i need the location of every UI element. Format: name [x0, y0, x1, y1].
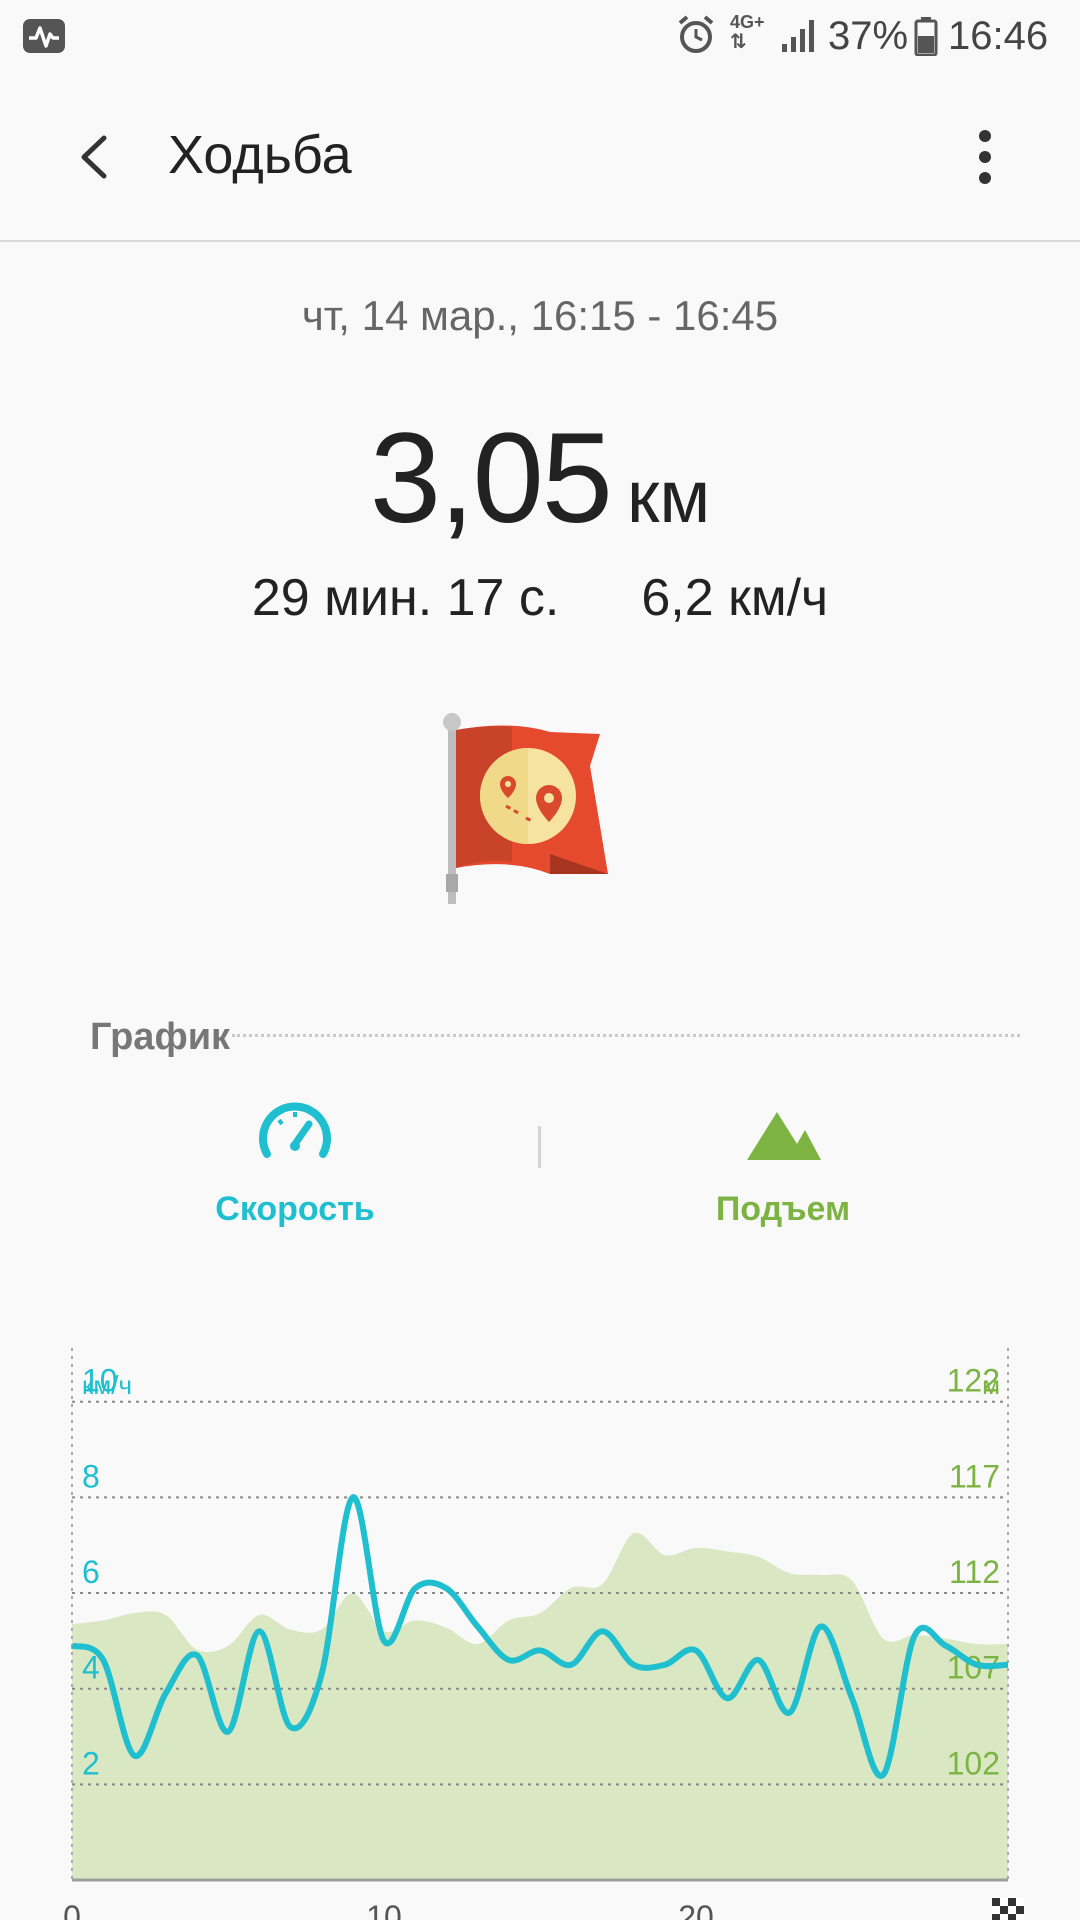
metrics-row: 29 мин. 17 с. 6,2 км/ч: [0, 568, 1080, 628]
alarm-icon: [678, 15, 714, 53]
distance-value: 3,05: [369, 407, 613, 550]
speedometer-icon: [259, 1102, 331, 1158]
network-type: 4G+ ⇅: [730, 12, 765, 53]
status-bar: 4G+ ⇅ 37% 16:46: [0, 0, 1080, 72]
x-tick-label: 20: [678, 1899, 714, 1920]
mountain-icon: [747, 1112, 821, 1160]
tab-elevation-label: Подъем: [715, 1190, 851, 1228]
left-axis-unit: км/ч: [82, 1370, 132, 1400]
tab-elevation[interactable]: Подъем: [633, 1100, 933, 1260]
battery-icon: [914, 17, 938, 56]
x-tick-label: 0: [63, 1899, 81, 1920]
route-achievement-flag-icon[interactable]: [440, 706, 640, 906]
page-title: Ходьба: [168, 125, 352, 185]
graph-section-title: График: [90, 1016, 231, 1058]
left-tick-label: 8: [82, 1458, 100, 1494]
right-tick-label: 102: [947, 1745, 1000, 1781]
section-divider: [232, 1034, 1020, 1037]
more-vert-icon: [979, 130, 991, 184]
health-app-notification-icon: [23, 19, 65, 53]
avg-speed-value: 6,2 км/ч: [641, 569, 829, 627]
back-button[interactable]: [62, 122, 132, 192]
speed-elevation-chart: 10 1228 1176 1124 1072 102км/ч м0 10 20: [63, 1348, 1024, 1920]
right-tick-label: 112: [949, 1554, 1000, 1590]
distance-summary: 3,05 км: [0, 405, 1080, 552]
duration-value: 29 мин. 17 с.: [251, 569, 560, 627]
left-tick-label: 2: [82, 1745, 100, 1781]
app-bar: Ходьба: [0, 72, 1080, 242]
right-tick-label: 117: [949, 1458, 1000, 1494]
x-tick-label: 10: [366, 1899, 402, 1920]
tab-speed[interactable]: Скорость: [145, 1100, 445, 1260]
tab-speed-label: Скорость: [215, 1190, 375, 1228]
distance-unit: км: [626, 455, 711, 538]
right-axis-unit: м: [982, 1370, 1000, 1400]
session-date-time: чт, 14 мар., 16:15 - 16:45: [301, 292, 779, 339]
left-tick-label: 6: [82, 1554, 100, 1590]
clock: 16:46: [948, 14, 1049, 58]
battery-percent: 37%: [828, 14, 909, 58]
tab-separator: [538, 1126, 541, 1168]
finish-flag-icon: [992, 1898, 1024, 1920]
signal-icon: [782, 20, 814, 52]
back-arrow-icon: [81, 135, 107, 179]
more-options-button[interactable]: [960, 122, 1010, 192]
